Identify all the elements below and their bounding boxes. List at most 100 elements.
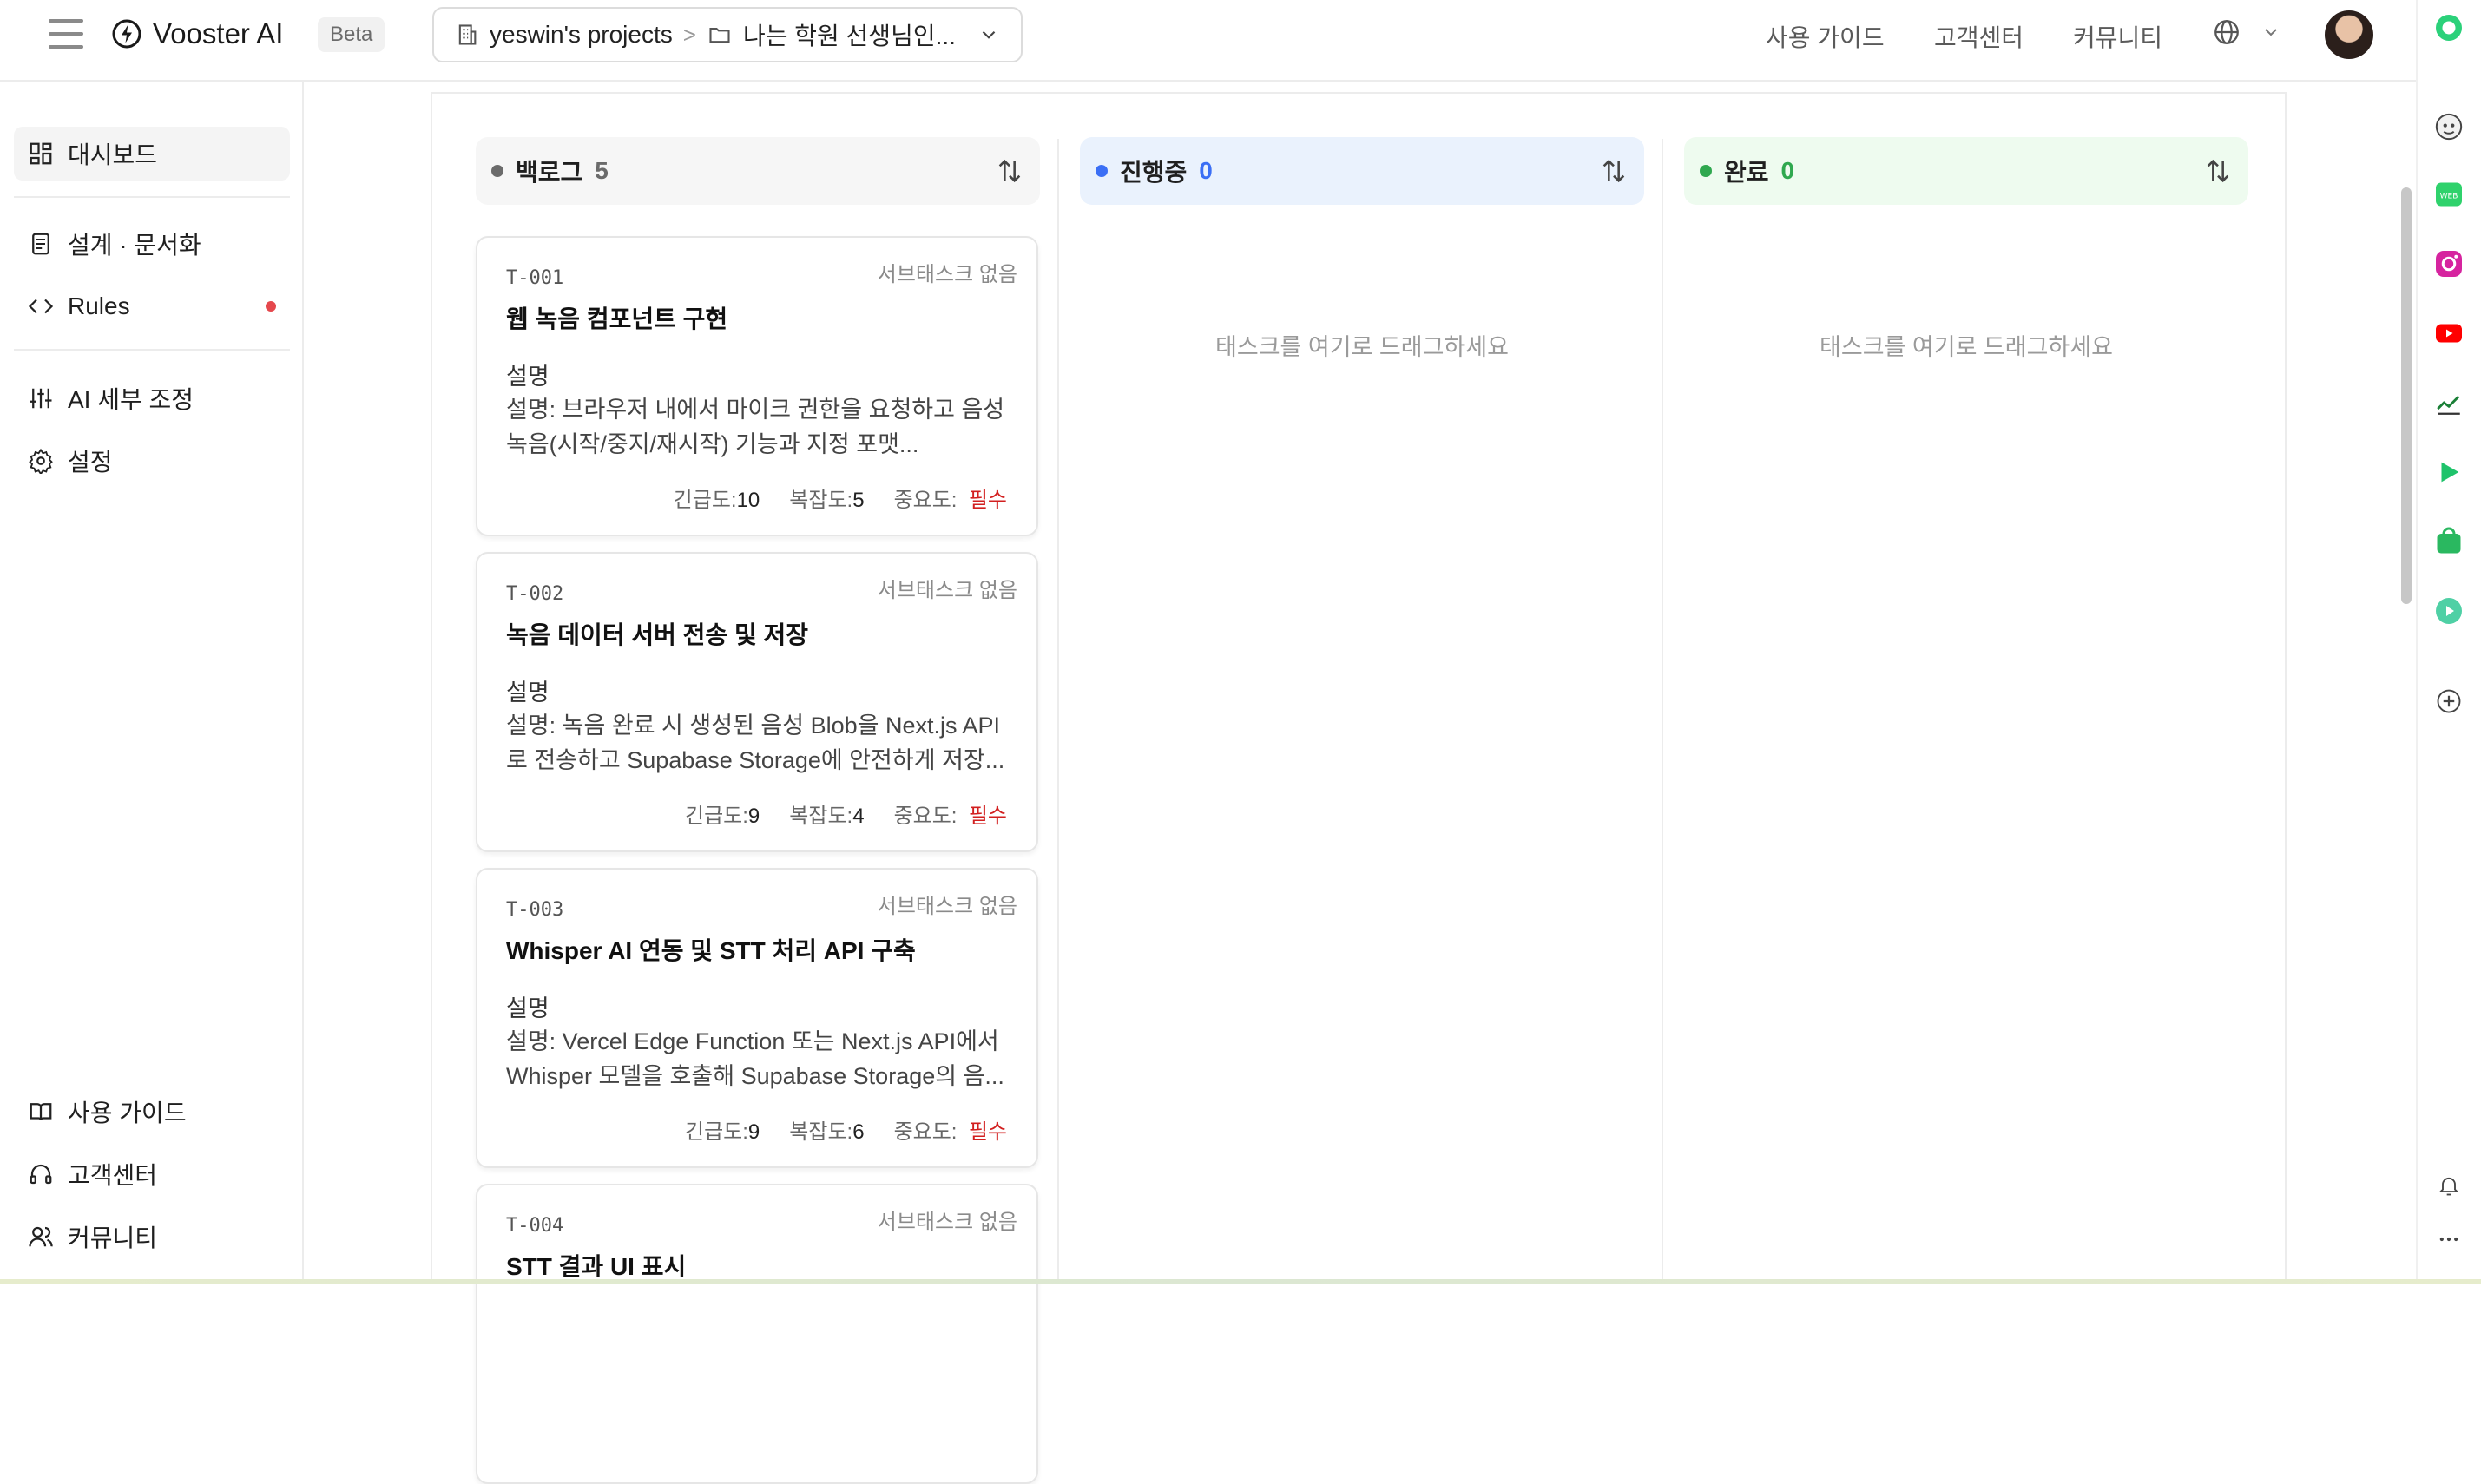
sidebar-item-guide[interactable]: 사용 가이드	[14, 1085, 290, 1139]
task-title: Whisper AI 연동 및 STT 처리 API 구축	[506, 937, 916, 964]
sidebar-item-rules[interactable]: Rules	[14, 279, 290, 333]
importance-value: 필수	[968, 489, 1007, 512]
sidebar: 대시보드 설계 · 문서화 Rules AI 세부 조정 설정 사용 가이드 고…	[0, 82, 304, 1284]
urgency-value: 10	[736, 489, 760, 512]
sort-icon[interactable]	[995, 156, 1024, 186]
sidebar-item-docs[interactable]: 설계 · 문서화	[14, 217, 290, 271]
green-circle-icon[interactable]	[2432, 10, 2466, 45]
complexity-value: 5	[852, 489, 865, 512]
sidebar-item-label: 대시보드	[68, 141, 158, 168]
bell-icon[interactable]	[2432, 1168, 2466, 1203]
column-divider	[1057, 139, 1059, 1284]
task-card[interactable]: T-004 서브태스크 없음 STT 결과 UI 표시	[476, 1184, 1038, 1484]
importance-value: 필수	[968, 1120, 1007, 1144]
gear-icon	[29, 448, 53, 474]
store-icon[interactable]	[2432, 524, 2466, 559]
language-selector[interactable]	[2212, 17, 2281, 47]
status-dot	[491, 165, 503, 177]
complexity-label: 복잡도:	[789, 489, 853, 512]
complexity-value: 4	[852, 804, 865, 828]
workspace-name: yeswin's projects	[490, 21, 673, 48]
chevron-down-icon	[2265, 29, 2277, 36]
complexity-value: 6	[852, 1120, 865, 1144]
instagram-icon[interactable]	[2432, 246, 2466, 281]
column-count: 0	[1780, 157, 1795, 184]
chart-icon[interactable]	[2432, 385, 2466, 420]
music-icon[interactable]	[2432, 594, 2466, 628]
sidebar-item-label: 커뮤니티	[68, 1225, 158, 1251]
column-backlog: 백로그 5 T-001 서브태스크 없음 웹 녹음 컴포넌트 구현 설명 설명:…	[432, 94, 1040, 1484]
description-label: 설명	[506, 364, 550, 390]
sort-icon[interactable]	[2203, 156, 2233, 186]
description-label: 설명	[506, 680, 550, 706]
bolt-circle-icon	[112, 19, 141, 49]
play-icon[interactable]	[2432, 455, 2466, 489]
project-name: 나는 학원 선생님인...	[742, 23, 956, 49]
user-avatar[interactable]	[2325, 10, 2373, 59]
column-title: 백로그	[516, 159, 583, 186]
task-card[interactable]: T-001 서브태스크 없음 웹 녹음 컴포넌트 구현 설명 설명: 브라우저 …	[476, 236, 1038, 536]
column-count: 5	[595, 157, 609, 184]
urgency-label: 긴급도:	[685, 1120, 748, 1144]
menu-icon[interactable]	[49, 19, 83, 50]
sidebar-item-support[interactable]: 고객센터	[14, 1147, 290, 1201]
complexity-label: 복잡도:	[789, 804, 853, 828]
app-logo[interactable]: Vooster AI	[111, 17, 283, 50]
youtube-icon[interactable]	[2432, 316, 2466, 351]
task-meta: 긴급도:10 복잡도:5 중요도: 필수	[674, 483, 1007, 513]
urgency-value: 9	[747, 804, 760, 828]
status-dot	[1700, 165, 1712, 177]
sort-icon[interactable]	[1599, 156, 1629, 186]
sidebar-item-label: 설정	[68, 449, 113, 476]
sliders-icon	[30, 388, 52, 409]
building-icon	[458, 24, 477, 45]
kanban-board: 백로그 5 T-001 서브태스크 없음 웹 녹음 컴포넌트 구현 설명 설명:…	[431, 92, 2287, 1484]
task-description: 설명: Vercel Edge Function 또는 Next.js API에…	[506, 1028, 1004, 1089]
column-in-progress: 진행중 0 태스크를 여기로 드래그하세요	[1080, 94, 1662, 1284]
task-title: STT 결과 UI 표시	[506, 1253, 687, 1280]
sidebar-item-label: 사용 가이드	[68, 1100, 187, 1126]
avatar-bot-icon[interactable]	[2432, 109, 2466, 144]
description-label: 설명	[506, 995, 550, 1021]
subtask-status: 서브태스크 없음	[877, 1211, 1017, 1234]
subtask-status: 서브태스크 없음	[877, 895, 1017, 918]
sidebar-divider	[14, 196, 290, 198]
task-title: 녹음 데이터 서버 전송 및 저장	[506, 621, 809, 648]
task-card[interactable]: T-002 서브태스크 없음 녹음 데이터 서버 전송 및 저장 설명 설명: …	[476, 552, 1038, 852]
bottom-accent-bar	[0, 1279, 2481, 1284]
column-title: 진행중	[1120, 159, 1188, 186]
document-icon	[32, 233, 49, 255]
project-selector[interactable]: yeswin's projects > 나는 학원 선생님인...	[432, 7, 1023, 62]
importance-label: 중요도:	[893, 489, 958, 512]
webtoon-icon[interactable]: WEB	[2432, 177, 2466, 212]
task-description: 설명: 녹음 완료 시 생성된 음성 Blob을 Next.js API로 전송…	[506, 712, 1005, 773]
plus-icon[interactable]	[2432, 684, 2466, 719]
users-icon	[29, 1226, 53, 1247]
status-dot	[1096, 165, 1108, 177]
browser-side-rail: WEB	[2416, 0, 2481, 1284]
task-description: 설명: 브라우저 내에서 마이크 권한을 요청하고 음성 녹음(시작/중지/재시…	[506, 397, 1005, 457]
app-name: Vooster AI	[153, 17, 284, 49]
column-header: 완료 0	[1684, 137, 2248, 205]
sidebar-item-dashboard[interactable]: 대시보드	[14, 127, 290, 181]
nav-community-link[interactable]: 커뮤니티	[2073, 19, 2162, 54]
folder-icon	[709, 27, 730, 43]
sidebar-item-ai-tuning[interactable]: AI 세부 조정	[14, 371, 290, 425]
urgency-label: 긴급도:	[673, 489, 737, 512]
sidebar-item-settings[interactable]: 설정	[14, 434, 290, 488]
globe-icon	[2214, 20, 2239, 44]
nav-guide-link[interactable]: 사용 가이드	[1766, 19, 1885, 54]
more-icon[interactable]	[2432, 1222, 2466, 1257]
importance-label: 중요도:	[893, 804, 958, 828]
scrollbar[interactable]	[2401, 187, 2412, 604]
book-icon	[30, 1103, 52, 1121]
sidebar-item-label: 설계 · 문서화	[68, 232, 201, 259]
svg-text:WEB: WEB	[2440, 193, 2458, 201]
task-card[interactable]: T-003 서브태스크 없음 Whisper AI 연동 및 STT 처리 AP…	[476, 868, 1038, 1168]
sidebar-item-community[interactable]: 커뮤니티	[14, 1210, 290, 1264]
sidebar-item-label: Rules	[68, 292, 130, 319]
sidebar-item-label: AI 세부 조정	[68, 386, 194, 413]
empty-drop-hint: 태스크를 여기로 드래그하세요	[1215, 334, 1509, 360]
nav-support-link[interactable]: 고객센터	[1934, 19, 2024, 54]
task-id: T-001	[506, 267, 564, 289]
